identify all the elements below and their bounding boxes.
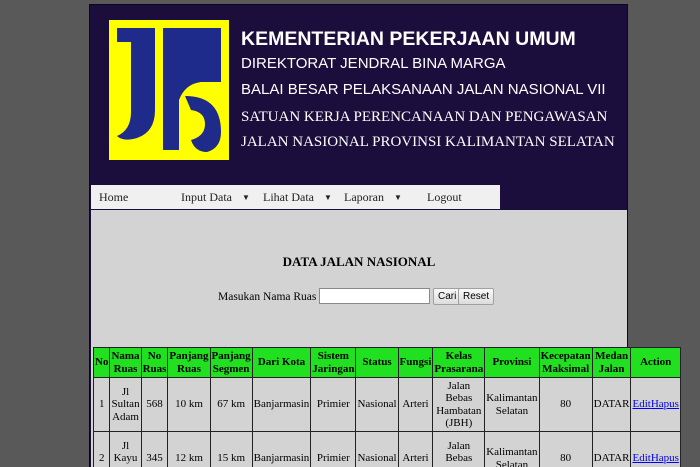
col-header: Panjang Ruas [167, 347, 211, 378]
ministry-logo [109, 20, 229, 160]
region-name: JALAN NASIONAL PROVINSI KALIMANTAN SELAT… [241, 134, 615, 150]
nav-laporan-label: Laporan [344, 190, 384, 204]
cell-action: EditHapus [630, 377, 681, 432]
table-row: 2 Jl Kayu Tangi 345 12 km 15 km Banjarma… [92, 431, 681, 467]
directorate-name: DIREKTORAT JENDRAL BINA MARGA [241, 55, 506, 72]
table-row: 1 Jl Sultan Adam 568 10 km 67 km Banjarm… [92, 377, 681, 432]
hapus-link[interactable]: Hapus [651, 452, 679, 464]
office-name: BALAI BESAR PELAKSANAAN JALAN NASIONAL V… [241, 81, 606, 98]
road-data-table: No Nama Ruas No Ruas Panjang Ruas Panjan… [92, 347, 681, 467]
cell-nama-ruas: Jl Kayu Tangi [109, 431, 142, 467]
nav-input-label: Input Data [181, 190, 232, 204]
cell-fungsi: Arteri [397, 377, 434, 432]
cell-action: EditHapus [630, 431, 681, 467]
cell-sistem-jaringan: Primier [310, 431, 357, 467]
nav-logout-label: Logout [427, 190, 462, 204]
col-header: Kelas Prasarana [432, 347, 486, 378]
cell-kecepatan: 80 [538, 377, 593, 432]
cell-no: 2 [92, 431, 111, 467]
col-header: Status [355, 347, 399, 378]
cell-status: Nasional [355, 431, 399, 467]
cell-panjang-ruas: 12 km [167, 431, 211, 467]
nav-home[interactable]: Home [99, 190, 128, 205]
site-header: KEMENTERIAN PEKERJAAN UMUM DIREKTORAT JE… [90, 5, 627, 183]
col-header: Panjang Segmen [209, 347, 253, 378]
caret-down-icon: ▼ [241, 193, 250, 202]
cell-provinsi: Kalimantan Selatan [484, 431, 540, 467]
col-header: Provinsi [484, 347, 540, 378]
col-header: Nama Ruas [109, 347, 142, 378]
nav-lihat-label: Lihat Data [263, 190, 314, 204]
page-frame: KEMENTERIAN PEKERJAAN UMUM DIREKTORAT JE… [89, 4, 681, 467]
cell-dari-kota: Banjarmasin [251, 377, 312, 432]
main-navbar: Home Input Data ▼ Lihat Data ▼ Laporan ▼ Lo… [91, 185, 500, 209]
edit-link[interactable]: Edit [632, 452, 650, 464]
col-header: Medan Jalan [591, 347, 632, 378]
nav-logout[interactable]: Logout [427, 190, 462, 205]
nav-lihat-data[interactable]: Lihat Data ▼ [263, 190, 332, 205]
ministry-name: KEMENTERIAN PEKERJAAN UMUM [241, 28, 576, 50]
cell-kecepatan: 80 [538, 431, 593, 467]
edit-link[interactable]: Edit [632, 398, 650, 410]
cell-panjang-ruas: 10 km [167, 377, 211, 432]
cell-medan-jalan: DATAR [591, 431, 632, 467]
cell-no-ruas: 345 [140, 431, 169, 467]
reset-button[interactable]: Reset [458, 288, 495, 305]
nav-home-label: Home [99, 190, 129, 204]
cell-no-ruas: 568 [140, 377, 169, 432]
col-header: No Ruas [140, 347, 169, 378]
table-header-row: No Nama Ruas No Ruas Panjang Ruas Panjan… [92, 347, 681, 378]
col-header: Action [630, 347, 681, 378]
col-header: Kecepatan Maksimal [538, 347, 593, 378]
cell-no: 1 [92, 377, 111, 432]
caret-down-icon: ▼ [393, 193, 402, 202]
cell-kelas-prasarana: Jalan Bebas Hambatan (JBH) [432, 377, 486, 432]
cell-medan-jalan: DATAR [591, 377, 632, 432]
cell-kelas-prasarana: Jalan Bebas Hambatan [432, 431, 486, 467]
cell-status: Nasional [355, 377, 399, 432]
hapus-link[interactable]: Hapus [651, 398, 679, 410]
page-title: DATA JALAN NASIONAL [282, 254, 436, 269]
caret-down-icon: ▼ [323, 193, 332, 202]
col-header: Sistem Jaringan [310, 347, 357, 378]
col-header: Dari Kota [251, 347, 312, 378]
unit-name: SATUAN KERJA PERENCANAAN DAN PENGAWASAN [241, 109, 608, 125]
cell-panjang-segmen: 67 km [209, 377, 253, 432]
col-header: No [92, 347, 111, 378]
cell-sistem-jaringan: Primier [310, 377, 357, 432]
search-input[interactable] [319, 288, 430, 304]
cell-nama-ruas: Jl Sultan Adam [109, 377, 142, 432]
main-content: DATA JALAN NASIONAL Masukan Nama Ruas : … [91, 210, 681, 467]
cell-provinsi: Kalimantan Selatan [484, 377, 540, 432]
cell-dari-kota: Banjarmasin [251, 431, 312, 467]
search-label: Masukan Nama Ruas : [218, 291, 323, 303]
nav-laporan[interactable]: Laporan ▼ [344, 190, 402, 205]
nav-input-data[interactable]: Input Data ▼ [181, 190, 250, 205]
cell-panjang-segmen: 15 km [209, 431, 253, 467]
cell-fungsi: Arteri [397, 431, 434, 467]
col-header: Fungsi [397, 347, 434, 378]
